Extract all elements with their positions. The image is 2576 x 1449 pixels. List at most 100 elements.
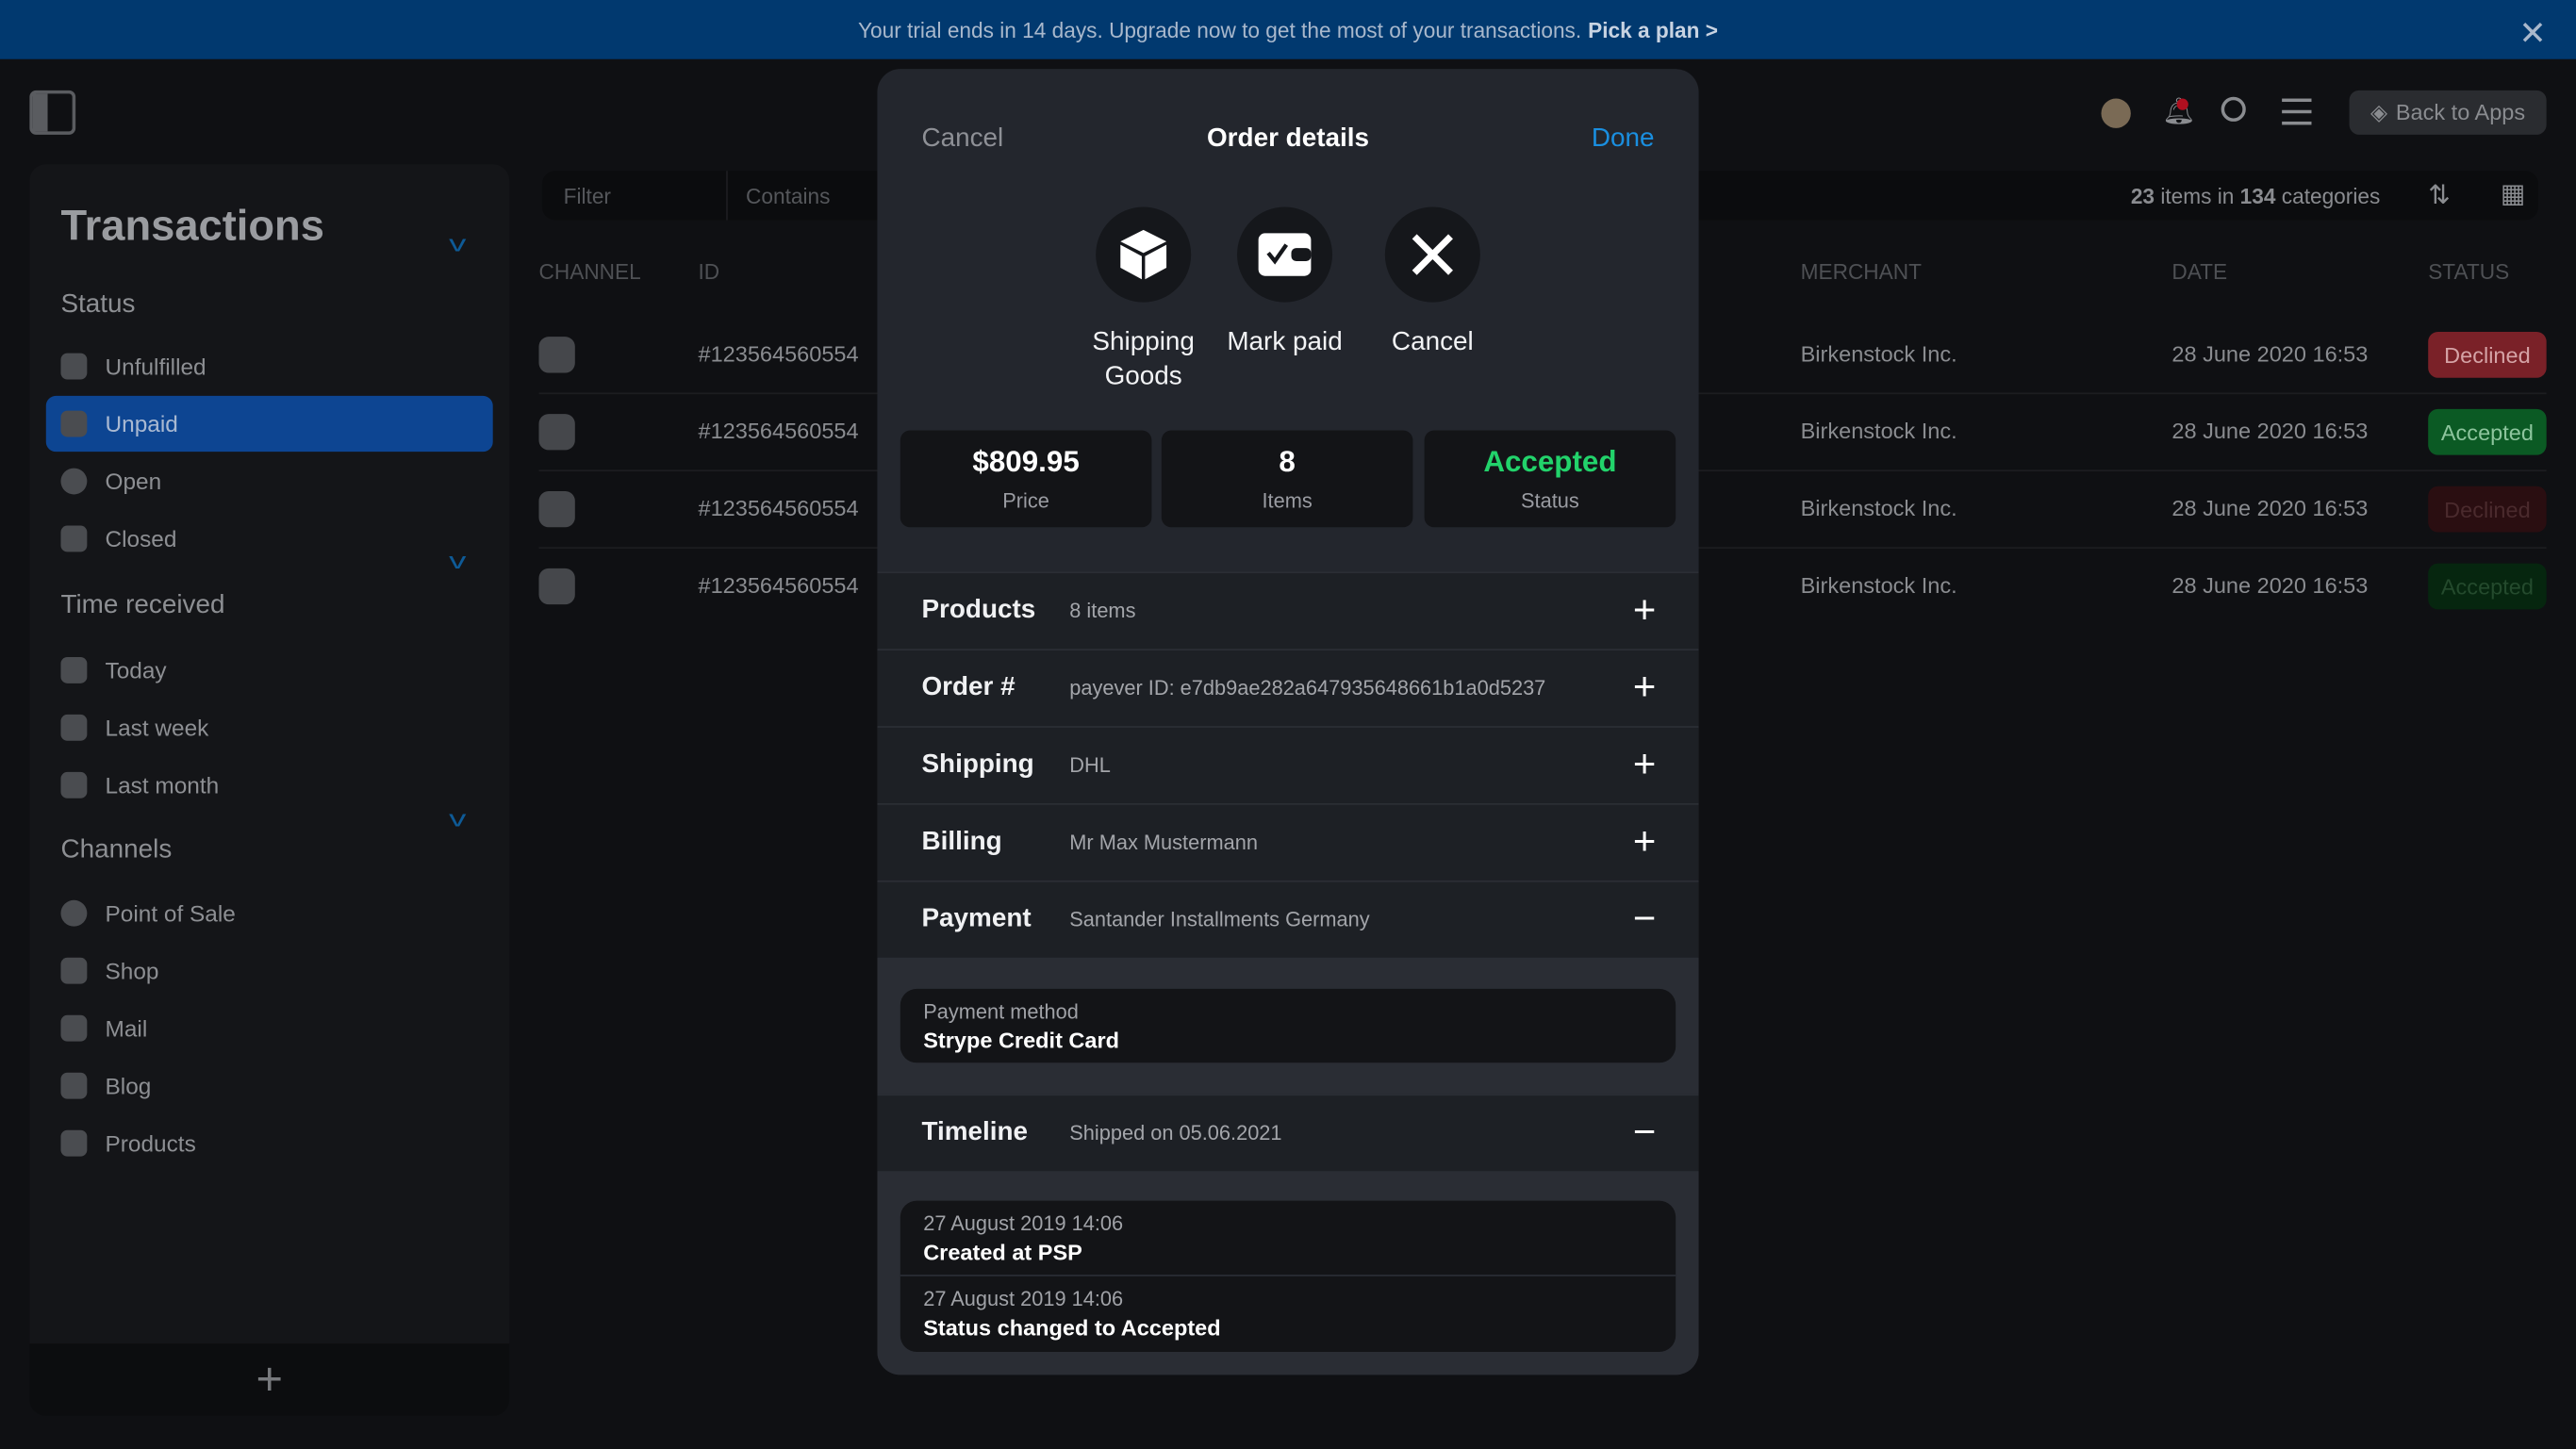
filter-operator[interactable]: Contains	[746, 184, 830, 208]
col-merchant[interactable]: MERCHANT	[1801, 259, 1922, 284]
cancel-button[interactable]: Cancel	[921, 124, 1003, 154]
item-label: Open	[105, 468, 162, 495]
calendar-icon	[60, 771, 88, 799]
section-products[interactable]: Products 8 items +	[877, 571, 1699, 650]
plus-icon: +	[1632, 819, 1657, 864]
timeline-event: 27 August 2019 14:06 Created at PSP	[900, 1201, 1676, 1276]
tag-icon	[60, 1129, 88, 1157]
sidebar-item-products[interactable]: Products	[46, 1115, 493, 1171]
sidebar-item-shop[interactable]: Shop	[46, 943, 493, 998]
col-channel[interactable]: CHANNEL	[538, 259, 640, 284]
action-label: Cancel	[1391, 328, 1474, 357]
row-merchant: Birkenstock Inc.	[1800, 341, 1957, 367]
timeline-list: 27 August 2019 14:06 Created at PSP 27 Au…	[900, 1200, 1676, 1352]
status-badge: Declined	[2428, 486, 2547, 533]
amazon-icon	[538, 490, 575, 528]
row-date: 28 June 2020 16:53	[2171, 341, 2369, 367]
shop-icon	[538, 414, 575, 451]
action-label: Shipping Goods	[1092, 328, 1195, 391]
col-status[interactable]: STATUS	[2428, 259, 2509, 284]
plus-icon: +	[1632, 665, 1657, 710]
status-stat: Accepted Status	[1424, 430, 1676, 528]
sidebar-item-last-month[interactable]: Last month	[46, 757, 493, 813]
plus-icon: +	[1632, 742, 1657, 787]
sidebar-item-mail[interactable]: Mail	[46, 1000, 493, 1056]
row-date: 28 June 2020 16:53	[2171, 573, 2369, 599]
item-label: Today	[105, 656, 167, 683]
sidebar: Transactions v Status Unfulfilled Unpaid…	[29, 164, 510, 1416]
back-to-apps-label: Back to Apps	[2395, 100, 2526, 125]
layers-icon: ◈	[2370, 99, 2388, 124]
avatar[interactable]	[2101, 98, 2131, 128]
status-badge: Accepted	[2428, 563, 2547, 610]
status-icon	[60, 353, 88, 380]
section-billing[interactable]: Billing Mr Max Mustermann +	[877, 803, 1699, 881]
status-icon	[60, 410, 88, 437]
row-id: #123564560554	[698, 341, 859, 367]
section-shipping[interactable]: Shipping DHL +	[877, 726, 1699, 804]
row-merchant: Birkenstock Inc.	[1800, 496, 1957, 521]
items-stat: 8 Items	[1161, 430, 1413, 528]
item-label: Unfulfilled	[105, 353, 206, 380]
section-order-number[interactable]: Order # payever ID: e7db9ae282a6479356486…	[877, 649, 1699, 727]
filter-field[interactable]: Filter	[564, 184, 611, 208]
shipping-goods-action[interactable]: Shipping Goods	[1069, 206, 1217, 395]
sidebar-item-today[interactable]: Today	[46, 642, 493, 698]
sidebar-item-point-of-sale[interactable]: Point of Sale	[46, 885, 493, 941]
chevron-down-icon[interactable]: v	[449, 230, 466, 256]
mark-paid-action[interactable]: Mark paid	[1211, 206, 1359, 360]
section-channels: Channels	[60, 835, 173, 864]
item-label: Closed	[105, 525, 177, 552]
status-badge: Declined	[2428, 331, 2547, 378]
section-timeline[interactable]: Timeline Shipped on 05.06.2021−	[877, 1094, 1699, 1172]
search-icon[interactable]	[2221, 96, 2246, 122]
timeline-event: 27 August 2019 14:06 Status changed to Ac…	[923, 1288, 1221, 1341]
order-details-modal: Cancel Order details Done Shipping Goods…	[877, 69, 1699, 1375]
price-stat: $809.95 Price	[900, 430, 1152, 528]
close-icon	[1412, 234, 1453, 275]
item-label: Products	[105, 1129, 196, 1157]
item-label: Last month	[105, 771, 220, 799]
menu-icon[interactable]	[2282, 98, 2312, 125]
col-date[interactable]: DATE	[2171, 259, 2227, 284]
item-label: Point of Sale	[105, 899, 236, 927]
sidebar-item-blog[interactable]: Blog	[46, 1058, 493, 1113]
check-icon	[60, 525, 88, 552]
sidebar-item-last-week[interactable]: Last week	[46, 700, 493, 755]
bell-icon[interactable]: 🔔︎	[2162, 95, 2195, 128]
sidebar-item-closed[interactable]: Closed	[46, 511, 493, 567]
payment-method-box: Payment method Strype Credit Card	[900, 988, 1676, 1063]
row-id: #123564560554	[698, 419, 859, 444]
back-to-apps-button[interactable]: ◈ Back to Apps	[2349, 90, 2547, 135]
sort-icon[interactable]: ⇅	[2428, 179, 2450, 212]
section-payment[interactable]: Payment Santander Installments Germany −	[877, 880, 1699, 958]
calendar-icon	[60, 714, 88, 741]
pos-icon	[538, 337, 575, 373]
row-id: #123564560554	[698, 573, 859, 599]
pick-plan-link[interactable]: Pick a plan >	[1588, 17, 1718, 41]
sidebar-item-open[interactable]: Open	[46, 453, 493, 509]
banner-close-icon[interactable]: ✕	[2518, 13, 2546, 55]
done-button[interactable]: Done	[1592, 124, 1655, 154]
box-icon	[1120, 229, 1167, 280]
sidebar-toggle-icon[interactable]	[29, 90, 76, 135]
grid-view-icon[interactable]: ▦	[2501, 177, 2525, 210]
cancel-order-action[interactable]: Cancel	[1359, 206, 1507, 360]
sidebar-item-unfulfilled[interactable]: Unfulfilled	[46, 338, 493, 394]
item-label: Unpaid	[105, 410, 178, 437]
chevron-down-icon[interactable]: v	[449, 805, 466, 832]
sidebar-item-unpaid[interactable]: Unpaid	[45, 395, 493, 453]
minus-icon: −	[1632, 1110, 1657, 1155]
action-label: Mark paid	[1227, 328, 1343, 357]
plus-icon: +	[1632, 587, 1657, 633]
minus-icon: −	[1632, 897, 1657, 942]
col-id[interactable]: ID	[698, 259, 719, 284]
chevron-down-icon[interactable]: v	[449, 547, 466, 573]
add-button[interactable]: +	[29, 1343, 510, 1416]
row-id: #123564560554	[698, 496, 859, 521]
item-label: Last week	[105, 714, 209, 741]
pos-icon	[60, 899, 88, 927]
item-count: 23 items in 134 categories	[2130, 184, 2381, 209]
row-date: 28 June 2020 16:53	[2171, 419, 2369, 444]
magento-icon	[538, 568, 575, 605]
